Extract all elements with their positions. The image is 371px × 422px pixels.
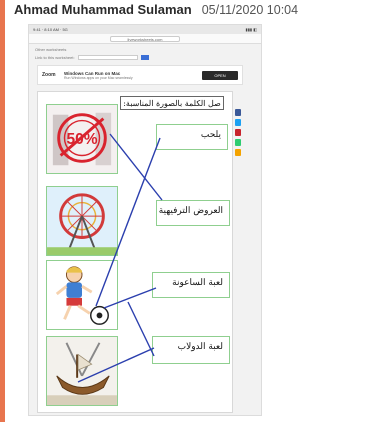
picture-pirate-ship-ride[interactable] [46,336,118,406]
copy-link-button[interactable] [140,55,149,61]
worksheet-link-row: Link to this worksheet: [35,55,149,61]
attached-screenshot[interactable]: 9:41 ⋅ 8:10 AM ⋅ 5G ▮▮▮ ◧ liveworksheets… [28,24,262,416]
worksheet-link-label: Link to this worksheet: [35,55,75,60]
ad-subtitle: Run Windows apps on your Mac seamlessly [64,75,133,80]
word-box-1[interactable]: يلحب [156,124,228,150]
picture-ferris-wheel[interactable] [46,186,118,256]
ad-open-button[interactable]: OPEN [202,70,238,80]
status-right: ▮▮▮ ◧ [245,27,258,32]
status-left: 9:41 ⋅ 8:10 AM ⋅ 5G [33,27,68,32]
share-twitter-icon[interactable] [235,119,241,126]
phone-status-bar: 9:41 ⋅ 8:10 AM ⋅ 5G ▮▮▮ ◧ [29,25,261,34]
word-box-4[interactable]: لعبة الدولاب [152,336,230,364]
pirate-ship-ride-icon [47,337,117,405]
share-facebook-icon[interactable] [235,109,241,116]
message-header: Ahmad Muhammad Sulaman 05/11/2020 10:04 [14,2,371,24]
share-pinterest-icon[interactable] [235,129,241,136]
ad-logo: Zoom [42,72,56,78]
match-line-5 [127,301,155,357]
sender-name[interactable]: Ahmad Muhammad Sulaman [14,2,192,17]
message-timestamp: 05/11/2020 10:04 [201,3,299,17]
chat-accent-bar [0,0,5,422]
other-worksheets-link[interactable]: Other worksheets [35,47,66,52]
word-box-3[interactable]: لعبة الساعونة [152,272,230,298]
share-rail [235,109,241,156]
browser-url-bar[interactable]: liveworksheets.com [29,34,261,44]
sale-stamp-icon: 50% [47,105,117,173]
worksheet-title: صل الكلمة بالصورة المناسبة: [120,96,224,110]
url-field[interactable]: liveworksheets.com [110,35,180,42]
boy-football-icon [47,261,117,329]
word-box-2[interactable]: العروض الترفيهية [156,200,230,226]
ad-banner[interactable]: Zoom Windows Can Run on Mac Run Windows … [37,65,243,85]
worksheet: صل الكلمة بالصورة المناسبة: 50% يلحب الع… [37,91,233,413]
ad-text: Windows Can Run on Mac Run Windows apps … [64,71,196,80]
worksheet-link-field[interactable] [77,55,138,61]
ferris-wheel-icon [47,187,117,255]
share-whatsapp-icon[interactable] [235,139,241,146]
picture-boy-football[interactable] [46,260,118,330]
picture-sale-stamp[interactable]: 50% [46,104,118,174]
share-email-icon[interactable] [235,149,241,156]
